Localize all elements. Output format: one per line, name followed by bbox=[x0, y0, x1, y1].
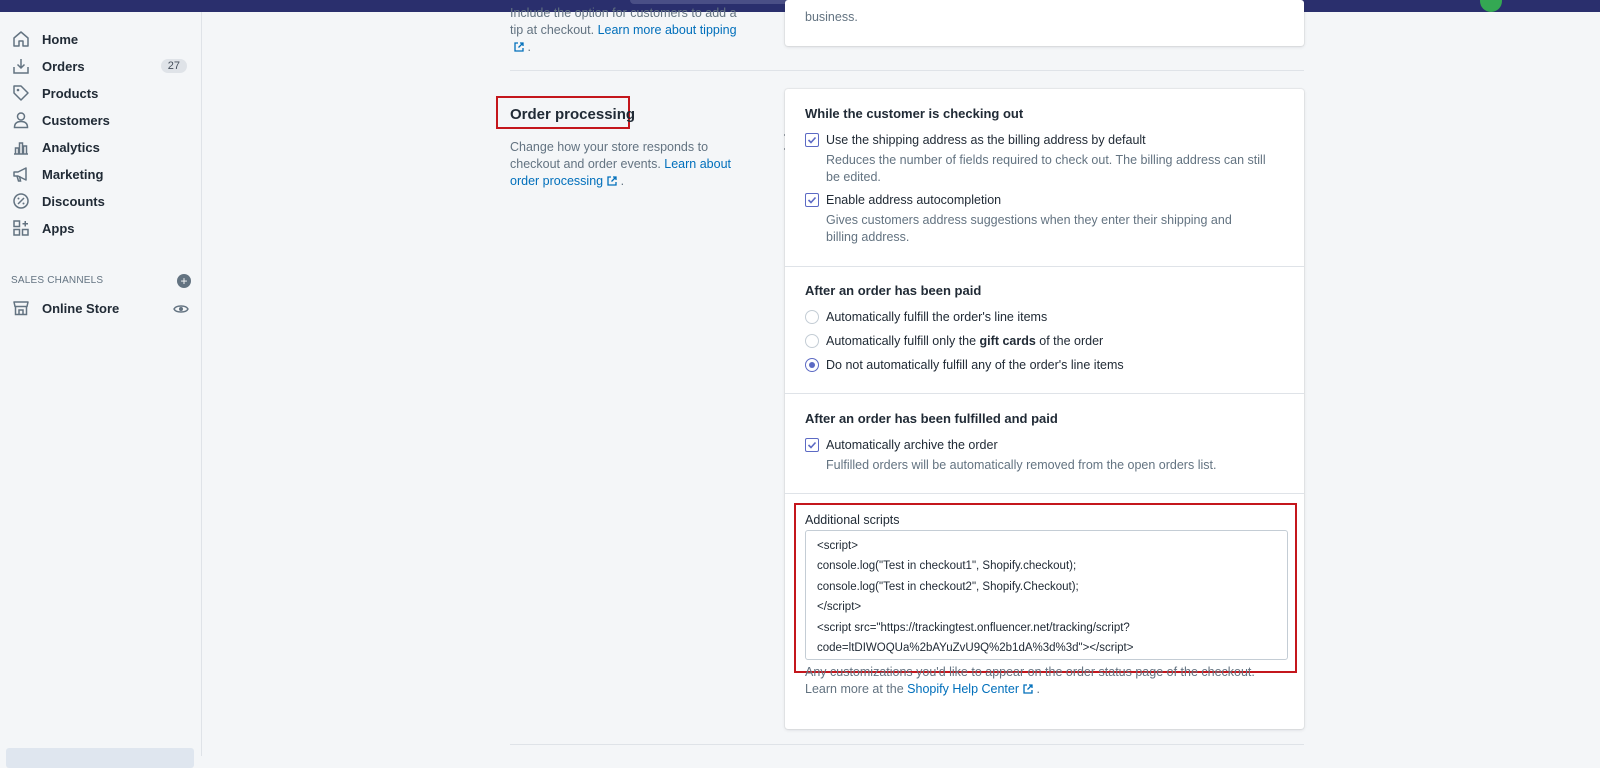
sidebar-item-customers[interactable]: Customers bbox=[0, 107, 201, 134]
section-divider bbox=[510, 744, 1304, 745]
shipping-as-billing-option[interactable]: Use the shipping address as the billing … bbox=[805, 131, 1146, 149]
sidebar-item-products[interactable]: Products bbox=[0, 80, 201, 107]
orders-icon bbox=[11, 56, 31, 76]
fulfill-gift-cards-label: Automatically fulfill only the gift card… bbox=[826, 334, 1104, 348]
sales-channels-title: SALES CHANNELS bbox=[11, 275, 104, 286]
checkmark-icon bbox=[807, 136, 817, 144]
sidebar-item-label: Customers bbox=[42, 113, 110, 128]
additional-scripts-textarea[interactable]: <script> console.log("Test in checkout1"… bbox=[805, 530, 1288, 660]
sidebar-item-online-store[interactable]: Online Store bbox=[0, 295, 201, 322]
script-line: <script src="https://trackingtest.onflue… bbox=[817, 621, 1130, 634]
sidebar-item-discounts[interactable]: Discounts bbox=[0, 188, 201, 215]
fulfill-all-option[interactable]: Automatically fulfill the order's line i… bbox=[805, 308, 1047, 326]
bar-chart-icon bbox=[11, 137, 31, 157]
additional-scripts-label: Additional scripts bbox=[805, 513, 900, 527]
page-title: Order processing bbox=[510, 106, 636, 123]
sidebar-item-analytics[interactable]: Analytics bbox=[0, 134, 201, 161]
eye-icon[interactable] bbox=[173, 301, 189, 317]
shopify-help-center-link[interactable]: Shopify Help Center bbox=[907, 682, 1033, 696]
checkmark-icon bbox=[807, 441, 817, 449]
no-auto-fulfill-radio[interactable] bbox=[805, 358, 819, 372]
tipping-description: Include the option for customers to add … bbox=[510, 6, 737, 54]
fulfilled-heading: After an order has been fulfilled and pa… bbox=[805, 411, 1058, 426]
sidebar-item-label: Discounts bbox=[42, 194, 105, 209]
sidebar-item-label: Marketing bbox=[42, 167, 104, 182]
script-line: code=ltDIWOQUa%2bAYuZvU9Q%2b1dA%3d%3d"><… bbox=[817, 641, 1134, 654]
address-autocomplete-label: Enable address autocompletion bbox=[826, 193, 1002, 207]
section-description: Change how your store responds to checko… bbox=[510, 140, 732, 188]
main-content: Include the option for customers to add … bbox=[202, 0, 1600, 756]
fulfill-gift-cards-option[interactable]: Automatically fulfill only the gift card… bbox=[805, 332, 1103, 350]
script-line: console.log("Test in checkout2", Shopify… bbox=[817, 580, 1079, 593]
sidebar-item-marketing[interactable]: Marketing bbox=[0, 161, 201, 188]
fulfill-all-radio[interactable] bbox=[805, 310, 819, 324]
megaphone-icon bbox=[11, 164, 31, 184]
paid-section: After an order has been paid Automatical… bbox=[785, 266, 1304, 394]
order-processing-card: While the customer is checking out Use t… bbox=[785, 89, 1304, 729]
sidebar-item-apps[interactable]: Apps bbox=[0, 215, 201, 242]
sidebar-item-settings[interactable] bbox=[6, 748, 194, 768]
address-autocomplete-option[interactable]: Enable address autocompletion bbox=[805, 191, 1001, 209]
sidebar-item-orders[interactable]: Orders 27 bbox=[0, 53, 201, 80]
checkout-heading: While the customer is checking out bbox=[805, 106, 1024, 121]
shipping-as-billing-help: Reduces the number of fields required to… bbox=[826, 153, 1266, 184]
store-icon bbox=[11, 298, 31, 318]
checkmark-icon bbox=[807, 196, 817, 204]
auto-archive-checkbox[interactable] bbox=[805, 438, 819, 452]
shipping-as-billing-checkbox[interactable] bbox=[805, 133, 819, 147]
address-autocomplete-help: Gives customers address suggestions when… bbox=[826, 213, 1232, 244]
sidebar-item-label: Analytics bbox=[42, 140, 100, 155]
sidebar-item-home[interactable]: Home bbox=[0, 26, 201, 53]
person-icon bbox=[11, 110, 31, 130]
sidebar-item-label: Apps bbox=[42, 221, 75, 236]
external-link-icon bbox=[1023, 684, 1033, 694]
auto-archive-label: Automatically archive the order bbox=[826, 438, 998, 452]
external-link-icon bbox=[607, 176, 617, 186]
section-divider bbox=[510, 70, 1304, 71]
sidebar-item-label: Orders bbox=[42, 59, 85, 74]
script-line: <script> bbox=[817, 540, 858, 552]
tipping-card: business. bbox=[785, 0, 1304, 46]
scripts-divider bbox=[785, 493, 1304, 494]
external-link-icon bbox=[514, 42, 524, 52]
tag-icon bbox=[11, 83, 31, 103]
apps-grid-icon bbox=[11, 218, 31, 238]
script-line: console.log("Test in checkout1", Shopify… bbox=[817, 560, 1077, 573]
sidebar-item-label: Home bbox=[42, 32, 79, 47]
sales-channels-header: SALES CHANNELS + bbox=[11, 274, 191, 290]
avatar[interactable] bbox=[1480, 0, 1502, 12]
add-channel-icon[interactable]: + bbox=[177, 274, 191, 288]
discount-icon bbox=[11, 191, 31, 211]
fulfilled-section: After an order has been fulfilled and pa… bbox=[785, 393, 1304, 494]
fulfill-gift-cards-radio[interactable] bbox=[805, 334, 819, 348]
home-icon bbox=[11, 29, 31, 49]
tipping-card-text: business. bbox=[805, 10, 858, 24]
sidebar: Home Orders 27 Products Customers Analyt… bbox=[0, 12, 202, 768]
paid-heading: After an order has been paid bbox=[805, 283, 982, 298]
no-auto-fulfill-option[interactable]: Do not automatically fulfill any of the … bbox=[805, 356, 1124, 374]
no-auto-fulfill-label: Do not automatically fulfill any of the … bbox=[826, 358, 1124, 372]
shipping-as-billing-label: Use the shipping address as the billing … bbox=[826, 133, 1146, 147]
fulfill-all-label: Automatically fulfill the order's line i… bbox=[826, 310, 1048, 324]
auto-archive-help: Fulfilled orders will be automatically r… bbox=[826, 458, 1217, 472]
sidebar-item-label: Products bbox=[42, 86, 99, 101]
additional-scripts-help: Any customizations you'd like to appear … bbox=[805, 665, 1255, 696]
auto-archive-option[interactable]: Automatically archive the order bbox=[805, 436, 998, 454]
script-line: </script> bbox=[817, 601, 862, 614]
orders-count-badge: 27 bbox=[160, 59, 187, 73]
address-autocomplete-checkbox[interactable] bbox=[805, 193, 819, 207]
sidebar-item-label: Online Store bbox=[42, 301, 120, 316]
